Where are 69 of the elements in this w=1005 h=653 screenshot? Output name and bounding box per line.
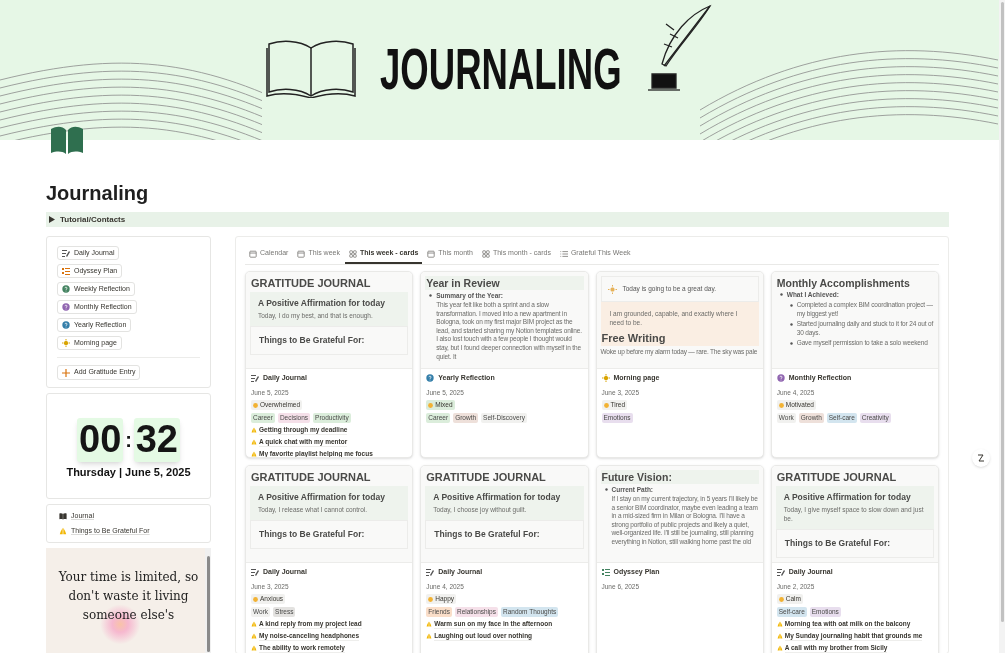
gallery-icon bbox=[481, 249, 490, 258]
bullet-icon bbox=[429, 294, 433, 297]
scrollbar[interactable] bbox=[205, 548, 211, 653]
preview-heading: GRATITUDE JOURNAL bbox=[425, 470, 547, 484]
clock-minutes: 32 bbox=[133, 417, 180, 462]
preview-heading: Free Writing bbox=[601, 331, 667, 346]
preview-heading: GRATITUDE JOURNAL bbox=[775, 470, 898, 484]
preview-heading: GRATITUDE JOURNAL bbox=[250, 470, 372, 484]
bullet-icon bbox=[789, 342, 793, 346]
preview-heading: Monthly Accomplishments bbox=[775, 276, 911, 290]
clock-hours: 00 bbox=[77, 417, 124, 462]
preview-heading: Year in Review bbox=[425, 276, 584, 290]
mood-icon bbox=[253, 596, 258, 602]
praying-hands-icon bbox=[251, 621, 257, 628]
page-book-icon bbox=[50, 125, 84, 155]
mood-icon bbox=[778, 402, 784, 408]
toggle-header[interactable]: Tutorial/Contacts bbox=[46, 212, 949, 227]
bullet-icon bbox=[789, 304, 793, 307]
mood-icon bbox=[778, 596, 784, 602]
praying-hands-icon bbox=[251, 645, 257, 652]
praying-hands-icon bbox=[776, 621, 783, 628]
affirmation-title: A Positive Affirmation for today bbox=[783, 492, 912, 503]
mood-icon bbox=[428, 596, 434, 602]
praying-hands-icon bbox=[426, 621, 433, 628]
gallery-card[interactable] bbox=[420, 271, 589, 458]
gallery-card[interactable] bbox=[245, 465, 414, 653]
grateful-title: Things to Be Grateful For: bbox=[434, 529, 541, 540]
bullet-icon bbox=[789, 323, 793, 327]
bullet-icon bbox=[604, 488, 608, 491]
plus-icon bbox=[62, 368, 70, 377]
praying-hands-icon bbox=[59, 526, 67, 535]
sun-icon bbox=[607, 284, 617, 294]
preview-heading: GRATITUDE JOURNAL bbox=[250, 276, 372, 290]
help-button[interactable] bbox=[972, 449, 990, 467]
clock-date: Thursday | June 5, 2025 bbox=[66, 464, 191, 480]
mood-icon bbox=[253, 402, 258, 408]
praying-hands-icon bbox=[776, 645, 783, 652]
praying-hands-icon bbox=[251, 451, 257, 457]
grateful-title: Things to Be Grateful For: bbox=[784, 538, 892, 549]
list-icon bbox=[559, 249, 568, 258]
book-icon bbox=[59, 512, 67, 521]
gallery-card[interactable] bbox=[770, 465, 939, 653]
page-scrollbar[interactable] bbox=[999, 0, 1005, 653]
page-title: Journaling bbox=[46, 181, 150, 205]
praying-hands-icon bbox=[426, 633, 433, 640]
mood-icon bbox=[428, 402, 434, 408]
clock-separator: : bbox=[125, 427, 132, 453]
affirmation-title: A Positive Affirmation for today bbox=[258, 492, 386, 503]
preview-heading: Future Vision: bbox=[600, 470, 759, 484]
gallery-card[interactable] bbox=[245, 271, 414, 458]
grateful-title: Things to Be Grateful For: bbox=[259, 529, 366, 540]
bullet-icon bbox=[779, 293, 783, 296]
toggle-label: Tutorial/Contacts bbox=[60, 213, 126, 226]
affirmation-title: A Positive Affirmation for today bbox=[433, 492, 562, 503]
mood-icon bbox=[603, 402, 609, 408]
praying-hands-icon bbox=[776, 633, 783, 640]
praying-hands-icon bbox=[251, 427, 257, 434]
grateful-title: Things to Be Grateful For: bbox=[259, 335, 366, 346]
banner-title: JOURNALING bbox=[380, 40, 622, 98]
calendar-icon bbox=[297, 249, 306, 258]
praying-hands-icon bbox=[251, 439, 257, 446]
affirmation-title: A Positive Affirmation for today bbox=[258, 298, 386, 309]
gallery-card[interactable] bbox=[770, 271, 939, 458]
quote-text: Your time is limited, so don't waste it living someone else's bbox=[58, 569, 199, 624]
gallery-icon bbox=[348, 249, 357, 258]
gallery-card[interactable] bbox=[420, 465, 589, 653]
calendar-icon bbox=[249, 249, 257, 258]
praying-hands-icon bbox=[251, 633, 257, 640]
calendar-icon bbox=[427, 249, 436, 258]
